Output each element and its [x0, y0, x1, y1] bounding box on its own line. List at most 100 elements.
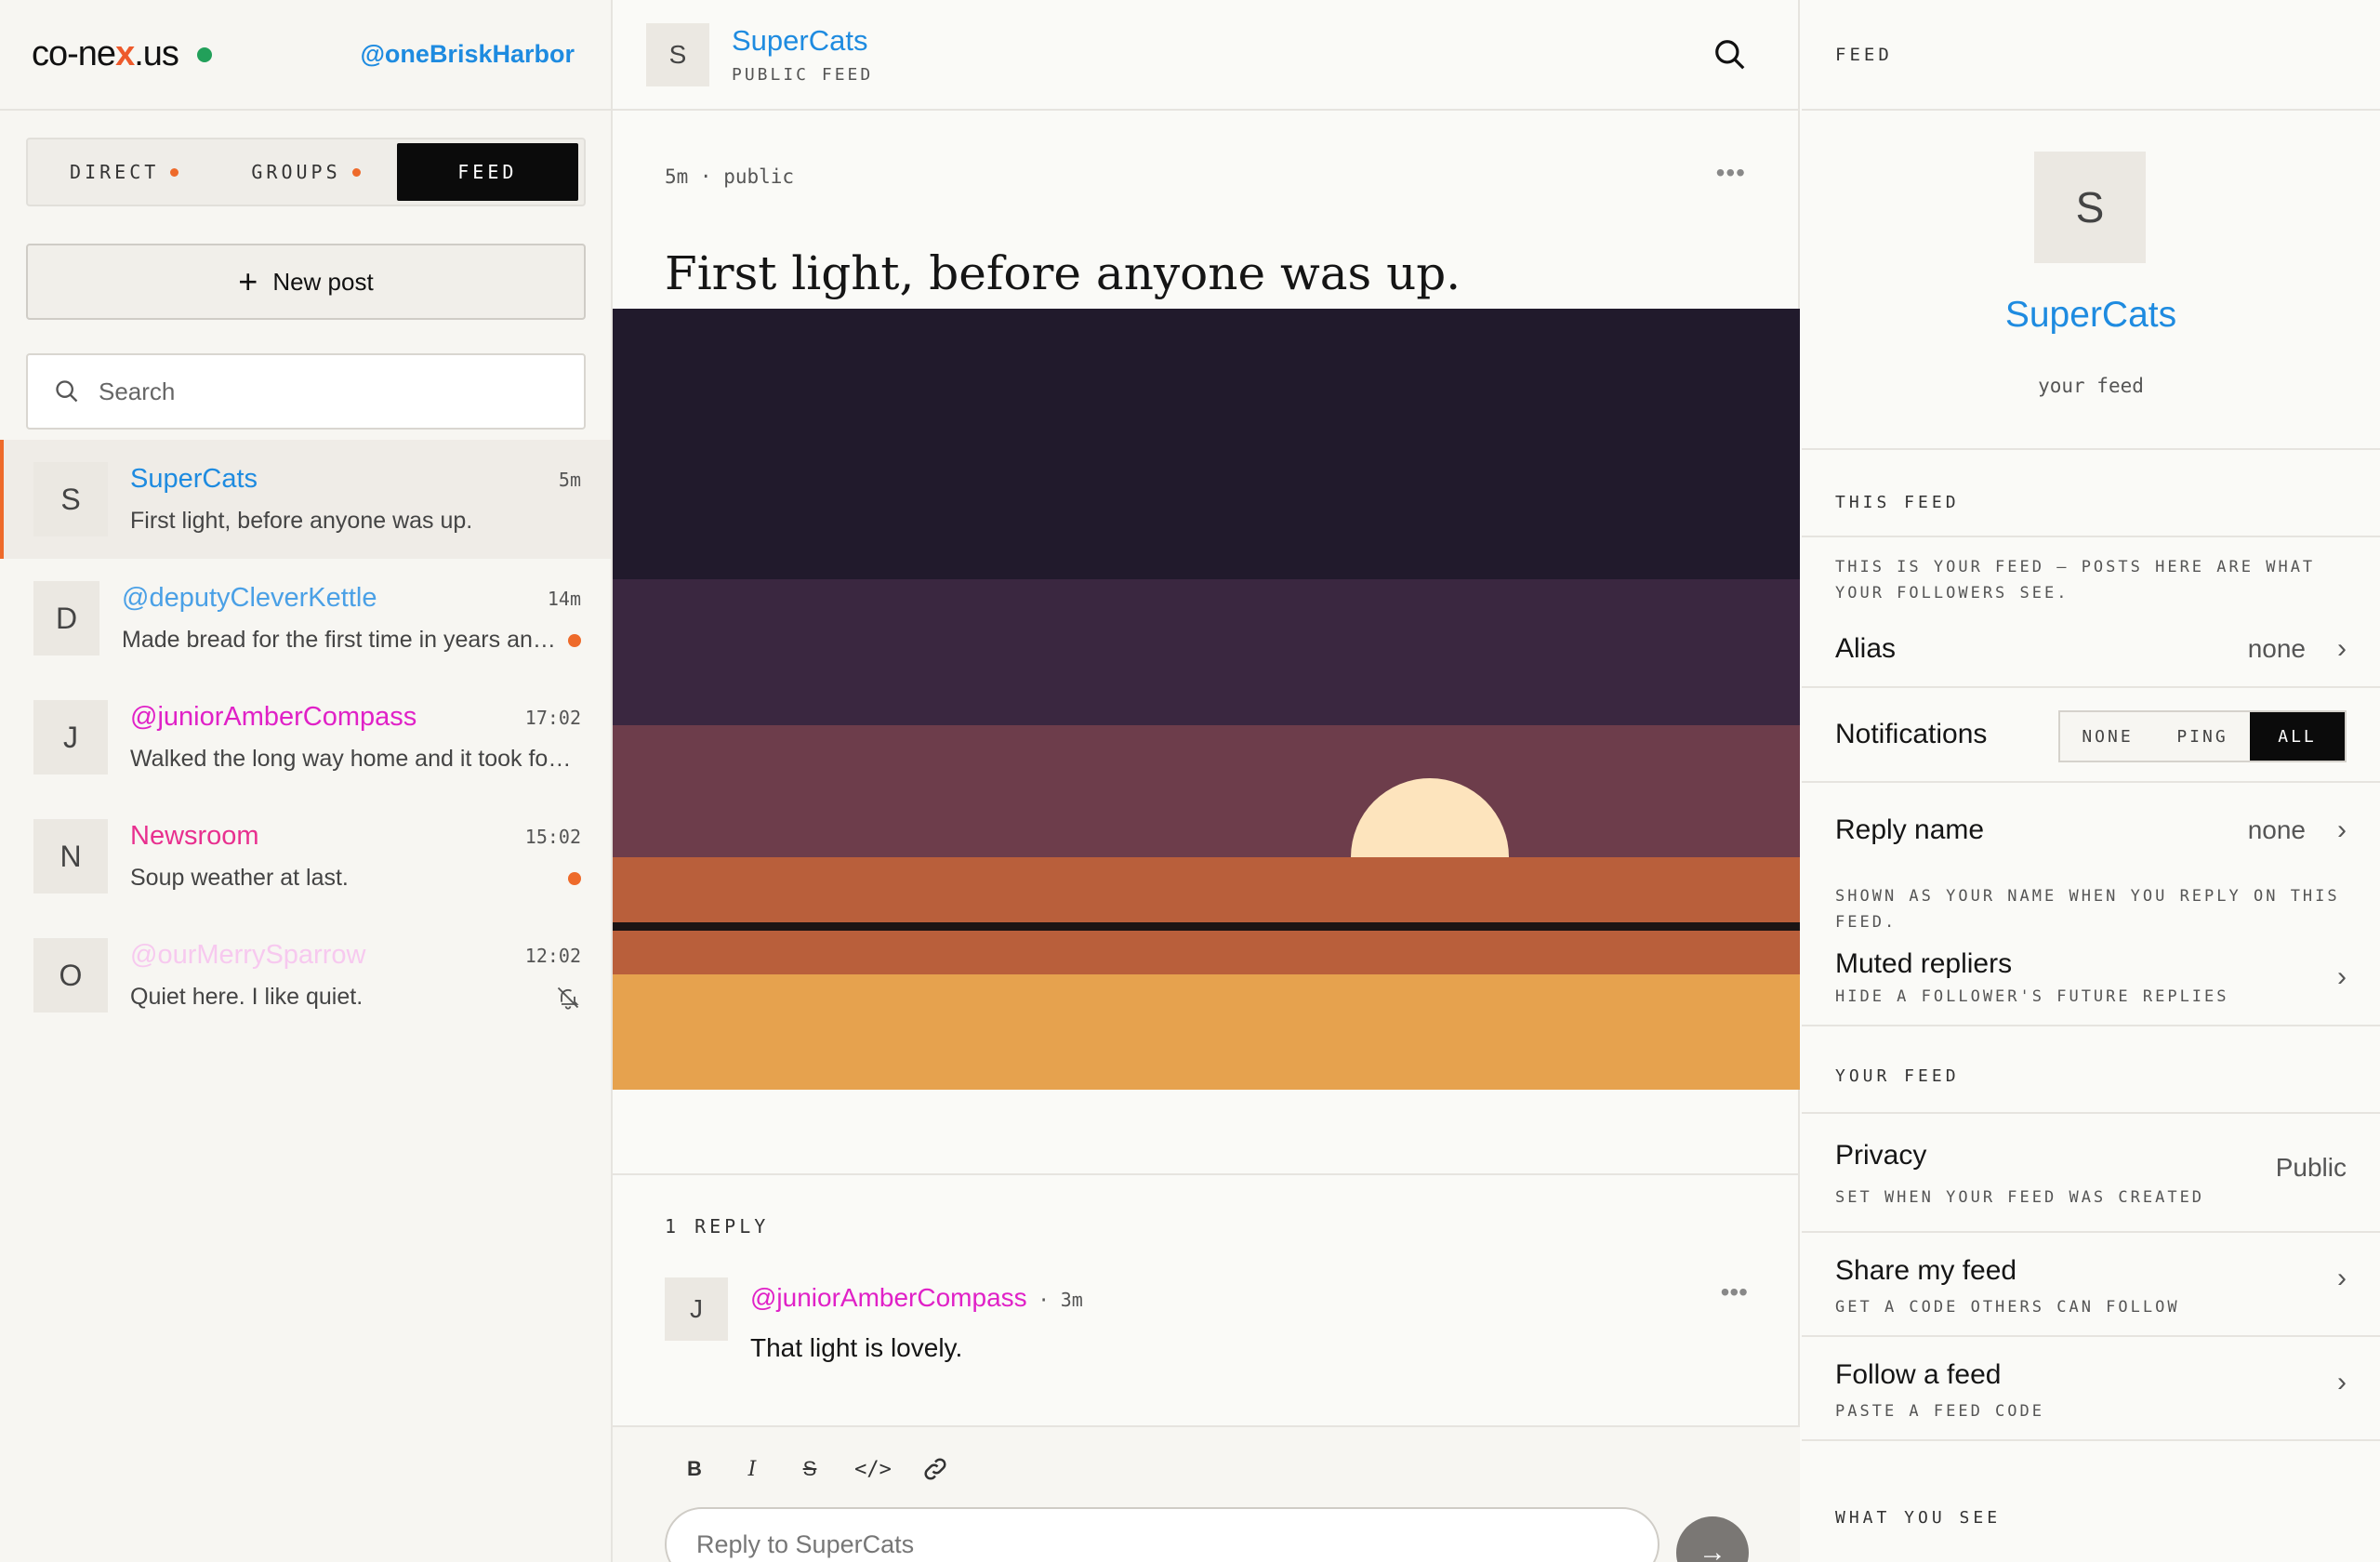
muted-repliers-hint: HIDE A FOLLOWER'S FUTURE REPLIES [1835, 987, 2229, 1006]
conversation-name: @deputyCleverKettle [122, 583, 377, 613]
share-feed-row[interactable]: Share my feed GET A CODE OTHERS CAN FOLL… [1802, 1233, 2380, 1337]
logo-x: x [115, 34, 135, 73]
notif-option-all[interactable]: ALL [2250, 712, 2345, 761]
reply-text: That light is lovely. [750, 1333, 963, 1362]
strikethrough-button[interactable]: S [795, 1457, 825, 1481]
chevron-right-icon: › [2337, 1263, 2347, 1293]
search-input[interactable]: Search [26, 353, 586, 430]
user-handle[interactable]: @oneBriskHarbor [361, 40, 575, 69]
notif-option-none[interactable]: NONE [2060, 712, 2155, 761]
sidebar-header: co-ne x .us @oneBriskHarbor [0, 0, 611, 111]
avatar[interactable]: J [665, 1277, 728, 1341]
muted-repliers-label: Muted repliers [1835, 948, 2013, 979]
reply-count: 1 REPLY [665, 1215, 770, 1238]
feed-header: S SuperCats PUBLIC FEED [613, 0, 1798, 111]
reply-input[interactable]: Reply to SuperCats [665, 1507, 1659, 1562]
reply-composer: B I S </> Reply to SuperCats → [613, 1425, 1800, 1562]
online-status-dot [196, 46, 212, 62]
alias-value: none [2247, 634, 2306, 663]
notifications-label: Notifications [1835, 719, 1988, 749]
conversation-time: 17:02 [524, 706, 581, 729]
share-feed-label: Share my feed [1835, 1255, 2017, 1286]
more-options-icon[interactable]: ••• [1721, 1277, 1748, 1307]
avatar: N [33, 819, 108, 894]
follow-feed-row[interactable]: Follow a feed PASTE A FEED CODE › [1802, 1337, 2380, 1441]
tab-groups[interactable]: GROUPS [215, 143, 396, 201]
conversation-preview: Made bread for the first time in years a… [122, 627, 568, 653]
privacy-value: Public [2275, 1153, 2347, 1182]
search-placeholder: Search [99, 377, 176, 405]
reply-name-row[interactable]: Reply name none › [1802, 783, 2380, 878]
bold-button[interactable]: B [680, 1457, 709, 1481]
avatar[interactable]: S [646, 22, 709, 86]
conversation-name: SuperCats [130, 464, 258, 494]
reply-author[interactable]: @juniorAmberCompass [750, 1283, 1027, 1313]
reply-name-label: Reply name [1835, 814, 1985, 845]
plus-icon: + [238, 262, 258, 300]
tab-feed[interactable]: FEED [396, 143, 578, 201]
avatar: S [2034, 152, 2146, 263]
post-title: First light, before anyone was up. [665, 246, 1461, 300]
chevron-right-icon: › [2337, 814, 2347, 845]
reply-name-value: none [2247, 815, 2306, 844]
code-button[interactable]: </> [853, 1458, 893, 1481]
tab-direct[interactable]: DIRECT [33, 143, 215, 201]
new-post-label: New post [272, 267, 374, 296]
profile-name: SuperCats [2004, 295, 2177, 335]
divider [613, 1173, 1800, 1175]
conversation-name: @juniorAmberCompass [130, 702, 417, 732]
conversation-name: Newsroom [130, 821, 259, 851]
share-feed-hint: GET A CODE OTHERS CAN FOLLOW [1835, 1298, 2180, 1317]
section-your-feed: YOUR FEED [1802, 1026, 2380, 1114]
app-logo[interactable]: co-ne x .us [32, 34, 179, 74]
conversation-preview: Soup weather at last. [130, 865, 349, 891]
alias-label: Alias [1835, 633, 1897, 664]
unread-dot [568, 633, 581, 647]
search-icon[interactable] [1712, 37, 1748, 73]
alias-row[interactable]: Alias none › [1802, 612, 2380, 688]
reply-time: · 3m [1038, 1289, 1083, 1311]
conversation-item[interactable]: D @deputyCleverKettle 14m Made bread for… [0, 559, 611, 678]
notif-option-ping[interactable]: PING [2155, 712, 2250, 761]
avatar: O [33, 938, 108, 1013]
bell-off-icon [557, 986, 579, 1010]
avatar: D [33, 581, 99, 655]
reply-placeholder: Reply to SuperCats [696, 1529, 915, 1558]
conversation-name: @ourMerrySparrow [130, 940, 366, 970]
conversation-item[interactable]: J @juniorAmberCompass 17:02 Walked the l… [0, 678, 611, 797]
muted-repliers-row[interactable]: Muted repliers HIDE A FOLLOWER'S FUTURE … [1802, 948, 2380, 1025]
panel-header: FEED [1802, 0, 2380, 111]
notifications-row: Notifications NONE PING ALL [1802, 688, 2380, 783]
main-panel: S SuperCats PUBLIC FEED 5m · public ••• … [613, 0, 1800, 1562]
feed-subtitle: PUBLIC FEED [732, 65, 874, 85]
conversation-item[interactable]: O @ourMerrySparrow 12:02 Quiet here. I l… [0, 916, 611, 1035]
section-this-feed: THIS FEED [1802, 450, 2380, 537]
chevron-right-icon: › [2337, 1367, 2347, 1397]
conversation-item[interactable]: S SuperCats 5m First light, before anyon… [0, 440, 611, 559]
search-icon [56, 380, 78, 403]
profile-subtitle: your feed [2038, 375, 2144, 397]
conversation-item[interactable]: N Newsroom 15:02 Soup weather at last. [0, 797, 611, 916]
feed-title[interactable]: SuperCats [732, 24, 873, 58]
privacy-row: Privacy SET WHEN YOUR FEED WAS CREATED P… [1802, 1114, 2380, 1233]
this-feed-note: THIS IS YOUR FEED — POSTS HERE ARE WHAT … [1835, 558, 2316, 602]
send-button[interactable]: → [1676, 1516, 1749, 1562]
post-meta: 5m · public [665, 165, 795, 188]
follow-feed-label: Follow a feed [1835, 1359, 2002, 1390]
arrow-right-icon: → [1699, 1537, 1726, 1562]
tab-direct-label: DIRECT [70, 161, 160, 183]
conversation-preview: Walked the long way home and it took for… [130, 746, 576, 772]
link-icon[interactable] [921, 1455, 949, 1483]
avatar: S [33, 462, 108, 536]
logo-text-left: co-ne [32, 34, 116, 73]
italic-button[interactable]: I [737, 1458, 767, 1481]
follow-feed-hint: PASTE A FEED CODE [1835, 1402, 2044, 1421]
new-post-button[interactable]: + New post [26, 244, 586, 320]
more-options-icon[interactable]: ••• [1716, 158, 1746, 188]
tab-groups-label: GROUPS [251, 161, 341, 183]
feed-settings-panel: FEED S SuperCats your feed THIS FEED THI… [1802, 0, 2380, 1562]
conversation-preview: Quiet here. I like quiet. [130, 984, 364, 1010]
format-toolbar: B I S </> [680, 1455, 949, 1483]
mode-tabs: DIRECT GROUPS FEED [26, 138, 586, 206]
conversation-time: 14m [547, 587, 581, 610]
